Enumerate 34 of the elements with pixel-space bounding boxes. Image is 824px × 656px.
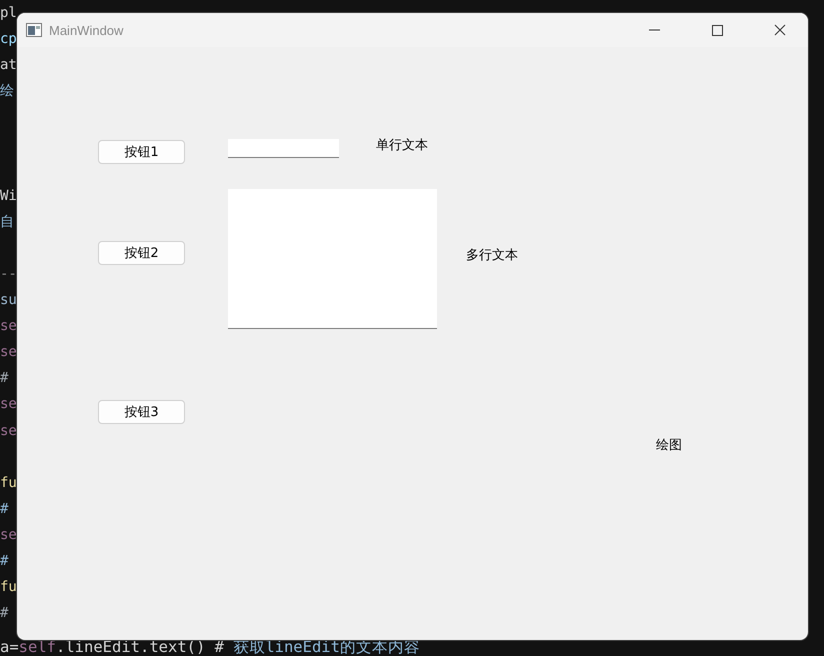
- code-text: se: [0, 526, 17, 545]
- code-text: a=: [0, 639, 19, 656]
- code-text: se: [0, 343, 17, 362]
- code-text: 绘: [0, 82, 14, 102]
- code-text: fu: [0, 578, 17, 598]
- code-text: #: [0, 552, 8, 571]
- code-text: #: [0, 369, 8, 388]
- code-text: Wi: [0, 186, 17, 206]
- push-button[interactable]: 按钮3: [98, 400, 185, 424]
- push-button[interactable]: 按钮1: [98, 140, 185, 164]
- line-edit-label: 单行文本: [376, 137, 428, 154]
- code-text: se: [0, 395, 17, 414]
- code-text: --: [0, 264, 17, 284]
- window-icon: [26, 23, 42, 37]
- code-text: cp: [0, 30, 17, 50]
- window-title: MainWindow: [49, 22, 124, 38]
- line-edit-field[interactable]: [228, 139, 339, 158]
- minimize-icon: [648, 29, 660, 31]
- code-text: su: [0, 291, 17, 310]
- code-text: fu: [0, 474, 17, 493]
- maximize-icon: [712, 24, 722, 36]
- push-button[interactable]: 按钮2: [98, 241, 185, 265]
- code-text: at: [0, 56, 17, 76]
- code-text: pl: [0, 4, 17, 23]
- code-text: 自: [0, 212, 14, 232]
- paint-label: 绘图: [656, 437, 682, 454]
- text-edit-field[interactable]: [228, 189, 437, 329]
- code-text: se: [0, 317, 17, 336]
- code-text: se: [0, 422, 17, 440]
- code-text: #: [0, 500, 8, 519]
- code-text: #: [0, 604, 8, 624]
- text-edit-label: 多行文本: [466, 247, 518, 264]
- code-text: .lineEdit.text() #: [56, 639, 225, 656]
- close-icon: [774, 24, 786, 36]
